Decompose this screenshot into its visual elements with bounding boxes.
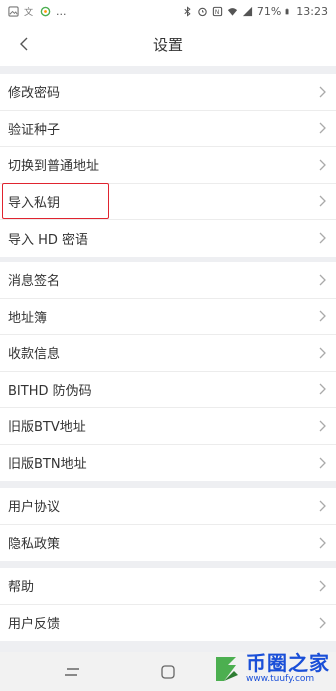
status-left-icons: 文 ... (8, 5, 67, 18)
chevron-right-icon (319, 500, 326, 512)
svg-text:N: N (215, 9, 219, 16)
chevron-right-icon (319, 420, 326, 432)
settings-group-support: 帮助 用户反馈 (0, 568, 336, 641)
page-title: 设置 (152, 35, 183, 54)
chevron-right-icon (319, 347, 326, 359)
settings-item-label: 切换到普通地址 (8, 159, 100, 175)
settings-item-user-agreement[interactable]: 用户协议 (0, 488, 336, 525)
chevron-right-icon (319, 457, 326, 469)
translate-icon: 文 (24, 6, 33, 17)
settings-item-label: 隐私政策 (8, 537, 61, 553)
watermark: 币圈之家 www.tuufy.com (208, 646, 336, 691)
wifi-icon (227, 7, 237, 16)
settings-item-import-private-key[interactable]: 导入私钥 (0, 184, 336, 220)
chevron-right-icon (319, 310, 326, 322)
settings-item-privacy-policy[interactable]: 隐私政策 (0, 525, 336, 562)
settings-item-label: 验证种子 (8, 122, 61, 138)
chevron-right-icon (319, 274, 326, 286)
battery-icon (285, 8, 289, 14)
settings-item-payment-info[interactable]: 收款信息 (0, 335, 336, 372)
settings-item-import-hd-phrase[interactable]: 导入 HD 密语 (0, 220, 336, 257)
settings-item-user-feedback[interactable]: 用户反馈 (0, 605, 336, 642)
chevron-right-icon (319, 617, 326, 629)
nfc-icon: N (212, 6, 223, 16)
more-notifications: ... (56, 4, 67, 18)
settings-item-label: 用户协议 (8, 500, 61, 516)
battery-percentage: 71% (256, 4, 282, 18)
settings-item-label: 用户反馈 (8, 617, 61, 633)
chevron-right-icon (319, 580, 326, 592)
back-button[interactable] (10, 30, 38, 58)
chevron-right-icon (319, 159, 326, 171)
settings-item-label: BITHD 防伪码 (8, 383, 92, 399)
settings-item-label: 消息签名 (8, 274, 61, 290)
status-bar: 文 ... N 71% 13:23 (0, 0, 336, 22)
settings-item-switch-address[interactable]: 切换到普通地址 (0, 147, 336, 184)
settings-item-legacy-btn-address[interactable]: 旧版BTN地址 (0, 445, 336, 482)
chevron-right-icon (319, 122, 326, 134)
chevron-left-icon (20, 37, 28, 51)
settings-item-help[interactable]: 帮助 (0, 568, 336, 605)
settings-item-label: 导入私钥 (8, 195, 61, 211)
settings-item-label: 帮助 (8, 580, 35, 596)
chevron-right-icon (319, 86, 326, 98)
settings-item-label: 旧版BTN地址 (8, 457, 87, 473)
home-button[interactable] (158, 662, 178, 682)
chevron-right-icon (319, 195, 326, 207)
settings-item-label: 收款信息 (8, 347, 61, 363)
settings-item-legacy-btv-address[interactable]: 旧版BTV地址 (0, 408, 336, 445)
settings-item-label: 地址簿 (8, 310, 48, 326)
navigation-header: 设置 (0, 22, 336, 66)
gallery-icon (8, 5, 19, 17)
recent-apps-icon (65, 668, 79, 676)
recent-apps-button[interactable] (62, 664, 82, 680)
settings-group-tools: 消息签名 地址簿 收款信息 BITHD 防伪码 旧版BTV地址 旧版BTN地址 (0, 262, 336, 481)
settings-item-label: 导入 HD 密语 (8, 232, 89, 248)
settings-item-bithd-anticounterfeit[interactable]: BITHD 防伪码 (0, 372, 336, 408)
watermark-logo-icon (216, 656, 238, 681)
status-right-icons: N 71% 13:23 (182, 5, 328, 18)
watermark-title: 币圈之家 (246, 651, 330, 675)
chevron-right-icon (319, 537, 326, 549)
signal-icon (242, 6, 252, 16)
settings-item-verify-seed[interactable]: 验证种子 (0, 111, 336, 147)
svg-text:文: 文 (24, 6, 33, 17)
settings-item-change-password[interactable]: 修改密码 (0, 74, 336, 111)
alarm-icon (198, 7, 207, 16)
settings-item-label: 修改密码 (8, 86, 61, 102)
chevron-right-icon (319, 232, 326, 244)
settings-item-label: 旧版BTV地址 (8, 420, 86, 436)
settings-group-legal: 用户协议 隐私政策 (0, 488, 336, 561)
chevron-right-icon (319, 383, 326, 395)
home-square-icon (161, 665, 175, 679)
clock: 13:23 (296, 4, 328, 18)
settings-item-message-sign[interactable]: 消息签名 (0, 262, 336, 299)
app-notification-icon (40, 6, 51, 16)
settings-group-security: 修改密码 验证种子 切换到普通地址 导入私钥 导入 HD 密语 (0, 74, 336, 257)
settings-item-address-book[interactable]: 地址簿 (0, 299, 336, 335)
watermark-url: www.tuufy.com (246, 674, 315, 684)
bluetooth-icon (184, 5, 191, 17)
